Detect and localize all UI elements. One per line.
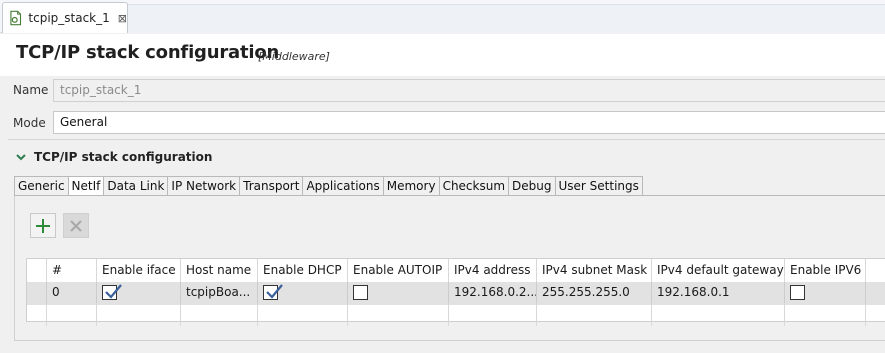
- table-header-row: # Enable iface Host name Enable DHCP Ena…: [27, 259, 885, 282]
- empty-cell: [47, 303, 97, 326]
- column-header-ipv4-default-gateway[interactable]: IPv4 default gateway: [652, 259, 785, 282]
- empty-row: [27, 303, 885, 326]
- tab-user-settings[interactable]: User Settings: [554, 176, 643, 196]
- mode-label: Mode: [13, 116, 46, 130]
- column-header-selector: [27, 259, 47, 282]
- column-header-ipv4-address[interactable]: IPv4 address: [449, 259, 537, 282]
- enable-autoip-cell: [348, 282, 449, 305]
- plus-icon: [36, 218, 50, 233]
- close-icon[interactable]: ⊠: [118, 12, 127, 25]
- tab-debug[interactable]: Debug: [508, 176, 555, 196]
- tab-applications[interactable]: Applications: [302, 176, 383, 196]
- table-row[interactable]: 0 tcpipBoa... 192.168.0.2... 255.255.255…: [27, 282, 885, 305]
- enable-dhcp-checkbox[interactable]: [263, 284, 283, 300]
- column-header-index[interactable]: #: [47, 259, 97, 282]
- ipv4-subnet-mask-cell[interactable]: 255.255.255.0: [537, 282, 652, 305]
- editor-tab-tcpip-stack[interactable]: tcpip_stack_1 ⊠: [2, 2, 128, 33]
- config-tabs: Generic NetIf Data Link IP Network Trans…: [14, 176, 643, 196]
- enable-iface-checkbox[interactable]: [102, 284, 122, 300]
- row-index: 0: [47, 282, 97, 305]
- ipv4-default-gateway-cell[interactable]: 192.168.0.1: [652, 282, 785, 305]
- column-header-enable-autoip[interactable]: Enable AUTOIP: [348, 259, 449, 282]
- enable-ipv6-cell: [785, 282, 866, 305]
- add-interface-button[interactable]: [30, 213, 56, 238]
- tab-strip-background: [128, 4, 885, 33]
- empty-cell: [27, 303, 47, 326]
- editor-tab-strip: tcpip_stack_1 ⊠: [0, 0, 885, 33]
- empty-cell: [258, 303, 348, 326]
- section-divider: [8, 139, 885, 140]
- empty-cell: [785, 303, 866, 326]
- file-config-icon: [10, 10, 22, 26]
- name-field: tcpip_stack_1: [53, 79, 885, 102]
- tab-generic[interactable]: Generic: [14, 176, 68, 196]
- tab-memory[interactable]: Memory: [382, 176, 439, 196]
- checkmark-icon: [266, 284, 283, 299]
- empty-cell: [181, 303, 258, 326]
- empty-cell: [449, 303, 537, 326]
- tab-transport[interactable]: Transport: [239, 176, 303, 196]
- editor-tab-label: tcpip_stack_1: [28, 11, 110, 25]
- host-name-cell[interactable]: tcpipBoa...: [181, 282, 258, 305]
- enable-dhcp-cell: [258, 282, 348, 305]
- name-label: Name: [13, 83, 49, 97]
- tab-data-link[interactable]: Data Link: [103, 176, 168, 196]
- section-title: TCP/IP stack configuration: [34, 150, 213, 164]
- remove-interface-button[interactable]: [63, 213, 89, 238]
- empty-cell: [537, 303, 652, 326]
- page-subtitle: [Middleware]: [258, 50, 330, 63]
- tab-netif[interactable]: NetIf: [67, 176, 104, 196]
- page-title: TCP/IP stack configuration: [16, 42, 280, 63]
- section-header[interactable]: TCP/IP stack configuration: [14, 150, 212, 164]
- checkmark-icon: [105, 284, 122, 299]
- column-header-enable-iface[interactable]: Enable iface: [97, 259, 181, 282]
- empty-cell: [652, 303, 785, 326]
- enable-autoip-checkbox[interactable]: [353, 285, 368, 300]
- chevron-down-icon[interactable]: [14, 150, 28, 164]
- ipv4-address-cell[interactable]: 192.168.0.2...: [449, 282, 537, 305]
- x-icon: [70, 219, 82, 232]
- empty-cell: [348, 303, 449, 326]
- tab-ip-network[interactable]: IP Network: [167, 176, 240, 196]
- empty-cell: [97, 303, 181, 326]
- row-selector[interactable]: [27, 282, 47, 305]
- tab-checksum[interactable]: Checksum: [438, 176, 509, 196]
- column-header-ipv4-subnet-mask[interactable]: IPv4 subnet Mask: [537, 259, 652, 282]
- enable-ipv6-checkbox[interactable]: [790, 285, 805, 300]
- column-header-enable-ipv6[interactable]: Enable IPV6: [785, 259, 866, 282]
- netif-table: # Enable iface Host name Enable DHCP Ena…: [26, 258, 885, 326]
- enable-iface-cell: [97, 282, 181, 305]
- column-header-enable-dhcp[interactable]: Enable DHCP: [258, 259, 348, 282]
- mode-field[interactable]: General: [53, 111, 885, 134]
- column-header-host-name[interactable]: Host name: [181, 259, 258, 282]
